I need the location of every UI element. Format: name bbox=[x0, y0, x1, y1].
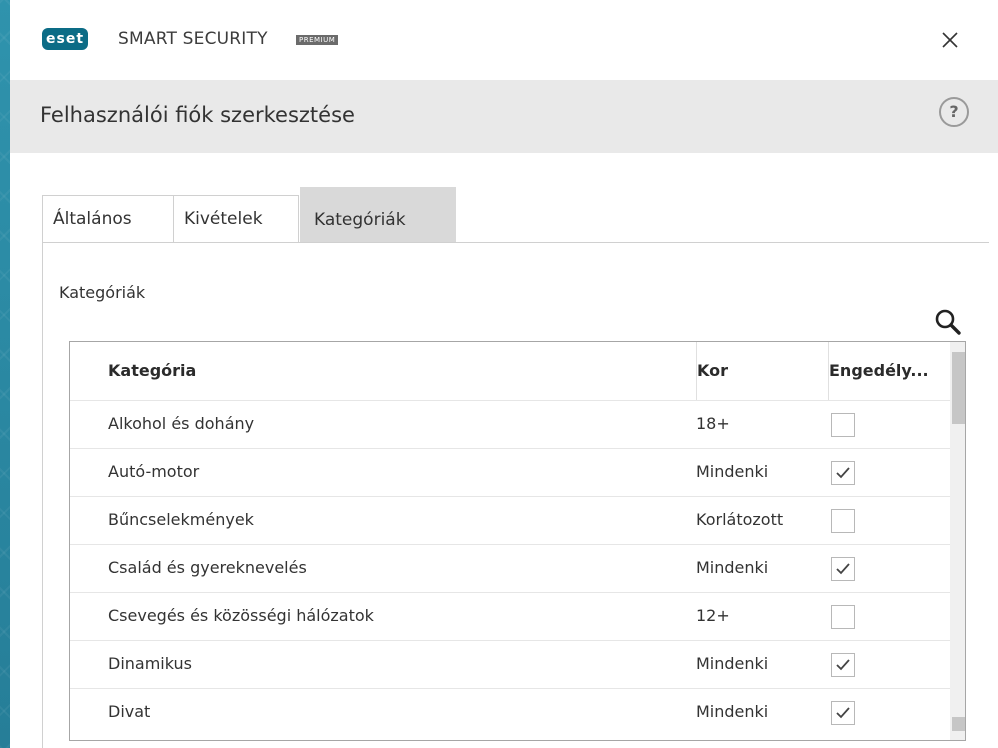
dialog-window: eset SMART SECURITY PREMIUM Felhasználói… bbox=[10, 0, 998, 748]
column-header-category[interactable]: Kategória bbox=[108, 342, 678, 400]
tab-exceptions[interactable]: Kivételek bbox=[173, 195, 299, 242]
section-label: Kategóriák bbox=[59, 283, 146, 302]
table-row[interactable]: Csevegés és közösségi hálózatok 12+ bbox=[70, 592, 950, 640]
category-name: Bűncselekmények bbox=[108, 510, 254, 529]
table-row[interactable]: Család és gyereknevelés Mindenki bbox=[70, 544, 950, 592]
age-rating: 12+ bbox=[696, 606, 730, 625]
category-name: Dinamikus bbox=[108, 654, 192, 673]
vertical-scrollbar[interactable] bbox=[950, 342, 965, 740]
header-band: Felhasználói fiók szerkesztése ? bbox=[10, 80, 998, 153]
age-rating: Mindenki bbox=[696, 654, 769, 673]
allow-checkbox[interactable] bbox=[831, 557, 855, 581]
close-icon bbox=[942, 32, 958, 48]
tab-categories[interactable]: Kategóriák bbox=[300, 187, 456, 242]
tab-panel: Kategóriák Kategória Kor Engedély... Alk… bbox=[42, 242, 989, 748]
table-body: Alkohol és dohány 18+ Autó-motor Mindenk… bbox=[70, 400, 950, 736]
category-name: Család és gyereknevelés bbox=[108, 558, 307, 577]
scrollbar-thumb[interactable] bbox=[952, 352, 965, 424]
allow-checkbox[interactable] bbox=[831, 461, 855, 485]
age-rating: Mindenki bbox=[696, 462, 769, 481]
tab-general[interactable]: Általános bbox=[42, 195, 174, 242]
allow-checkbox[interactable] bbox=[831, 509, 855, 533]
column-header-age[interactable]: Kor bbox=[696, 342, 807, 400]
page-title: Felhasználói fiók szerkesztése bbox=[40, 103, 355, 127]
checkmark-icon bbox=[836, 707, 850, 719]
allow-checkbox[interactable] bbox=[831, 701, 855, 725]
allow-checkbox[interactable] bbox=[831, 653, 855, 677]
column-header-allowed-label: Engedély... bbox=[829, 361, 929, 380]
product-name: SMART SECURITY bbox=[118, 29, 268, 49]
column-header-age-label: Kor bbox=[697, 361, 728, 380]
title-bar: eset SMART SECURITY PREMIUM bbox=[10, 0, 998, 80]
allow-checkbox[interactable] bbox=[831, 605, 855, 629]
age-rating: 18+ bbox=[696, 414, 730, 433]
column-header-allowed[interactable]: Engedély... bbox=[828, 342, 949, 400]
category-name: Autó-motor bbox=[108, 462, 200, 481]
table-row[interactable]: Dinamikus Mindenki bbox=[70, 640, 950, 688]
help-button[interactable]: ? bbox=[939, 97, 969, 127]
search-icon bbox=[935, 309, 961, 335]
table-row[interactable]: Alkohol és dohány 18+ bbox=[70, 400, 950, 448]
checkmark-icon bbox=[836, 659, 850, 671]
category-name: Divat bbox=[108, 702, 151, 721]
eset-logo: eset bbox=[42, 28, 89, 50]
category-name: Alkohol és dohány bbox=[108, 414, 255, 433]
premium-badge: PREMIUM bbox=[296, 35, 339, 45]
checkmark-icon bbox=[836, 563, 850, 575]
table-row[interactable]: Divat Mindenki bbox=[70, 688, 950, 736]
category-name: Csevegés és közösségi hálózatok bbox=[108, 606, 374, 625]
age-rating: Mindenki bbox=[696, 558, 769, 577]
table-row[interactable]: Autó-motor Mindenki bbox=[70, 448, 950, 496]
checkmark-icon bbox=[836, 467, 850, 479]
table-row[interactable]: Bűncselekmények Korlátozott bbox=[70, 496, 950, 544]
age-rating: Mindenki bbox=[696, 702, 769, 721]
scroll-down-arrow[interactable] bbox=[952, 717, 965, 731]
categories-table: Kategória Kor Engedély... Alkohol és doh… bbox=[69, 341, 966, 741]
table-header: Kategória Kor Engedély... bbox=[70, 342, 950, 400]
search-button[interactable] bbox=[931, 305, 965, 339]
age-rating: Korlátozott bbox=[696, 510, 784, 529]
close-button[interactable] bbox=[934, 24, 966, 56]
allow-checkbox[interactable] bbox=[831, 413, 855, 437]
